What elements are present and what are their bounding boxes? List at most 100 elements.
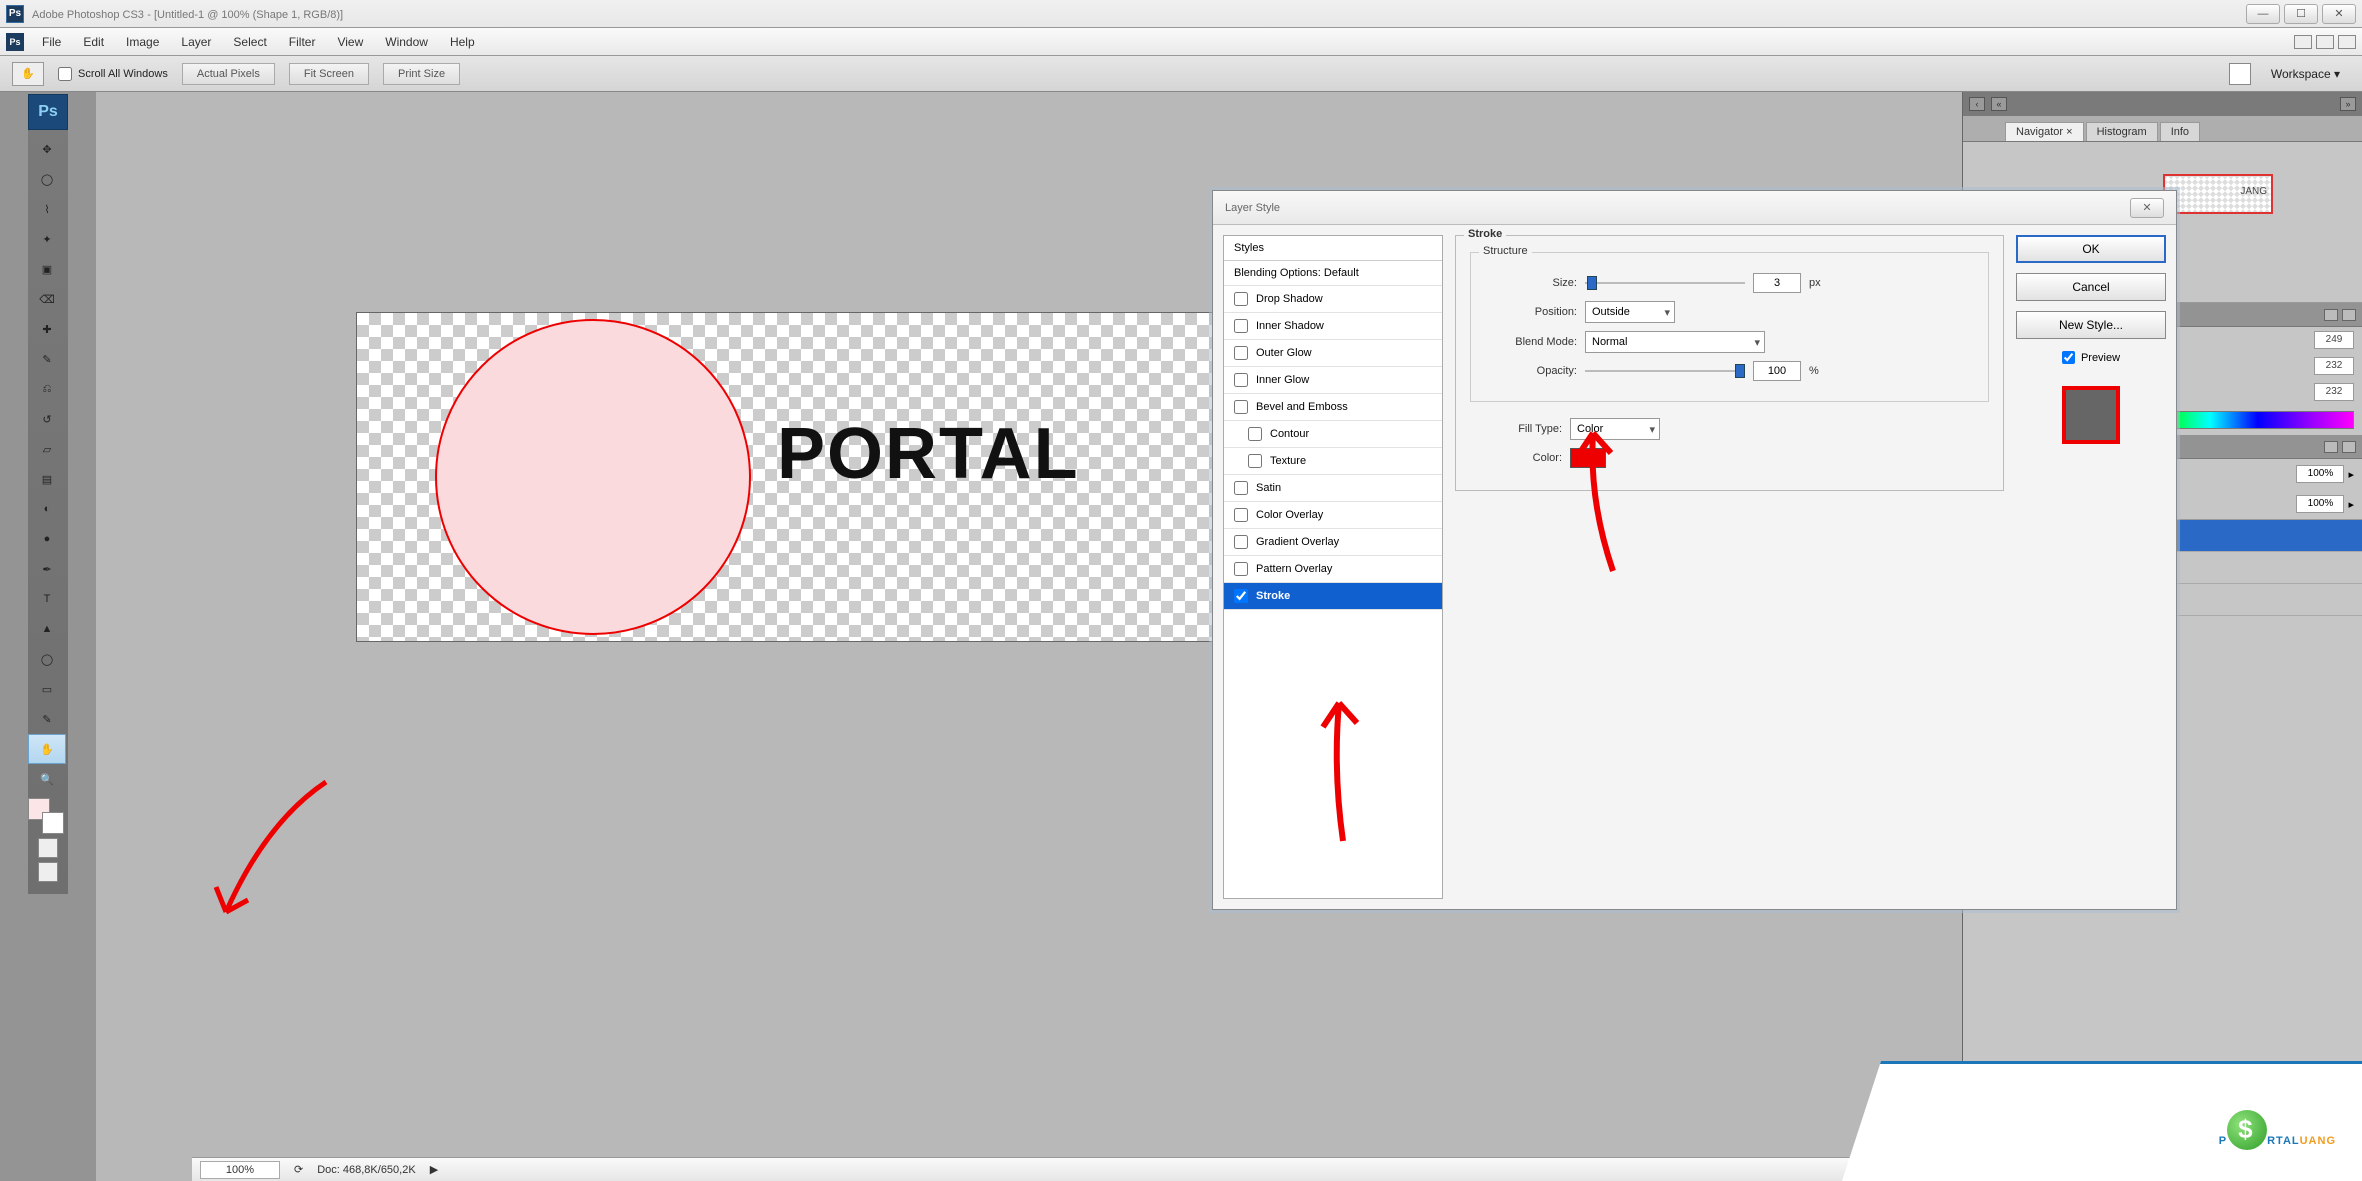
zoom-tool[interactable]: 🔍	[28, 764, 66, 794]
history-brush-tool[interactable]: ↺	[28, 404, 66, 434]
lasso-tool[interactable]: ⌇	[28, 194, 66, 224]
effect-outer-glow[interactable]: Outer Glow	[1224, 340, 1442, 367]
healing-brush-tool[interactable]: ✚	[28, 314, 66, 344]
shape-tool[interactable]: ◯	[28, 644, 66, 674]
annotation-arrow-2	[1293, 691, 1393, 851]
fill-arrow-icon[interactable]: ▸	[2348, 498, 2354, 511]
refresh-icon[interactable]: ⟳	[294, 1163, 303, 1176]
color-g-value[interactable]: 232	[2314, 357, 2354, 375]
doc-close[interactable]	[2338, 35, 2356, 49]
effect-color-overlay[interactable]: Color Overlay	[1224, 502, 1442, 529]
menu-select[interactable]: Select	[223, 31, 276, 53]
color-r-value[interactable]: 249	[2314, 331, 2354, 349]
crop-tool[interactable]: ▣	[28, 254, 66, 284]
effect-gradient-overlay[interactable]: Gradient Overlay	[1224, 529, 1442, 556]
print-size-button[interactable]: Print Size	[383, 63, 460, 85]
dock-collapse-right[interactable]: »	[2340, 97, 2356, 111]
position-dropdown[interactable]: Outside	[1585, 301, 1675, 323]
dock-collapse-left[interactable]: ‹	[1969, 97, 1985, 111]
fg-bg-swatches[interactable]	[28, 798, 66, 834]
effect-satin[interactable]: Satin	[1224, 475, 1442, 502]
clone-stamp-tool[interactable]: ⎌	[28, 374, 66, 404]
menu-filter[interactable]: Filter	[279, 31, 326, 53]
document-window[interactable]: PORTAL	[356, 312, 1226, 642]
color-panel-minimize[interactable]	[2324, 309, 2338, 321]
effect-texture[interactable]: Texture	[1224, 448, 1442, 475]
scroll-all-windows-checkbox[interactable]: Scroll All Windows	[58, 67, 168, 81]
workspace-lock-icon[interactable]	[2229, 63, 2251, 85]
blending-options-row[interactable]: Blending Options: Default	[1224, 261, 1442, 286]
dock-collapse-left2[interactable]: «	[1991, 97, 2007, 111]
workspace-dropdown[interactable]: Workspace ▾	[2261, 63, 2350, 85]
pen-tool[interactable]: ✒	[28, 554, 66, 584]
menu-view[interactable]: View	[327, 31, 373, 53]
brush-tool[interactable]: ✎	[28, 344, 66, 374]
dialog-close-button[interactable]: ✕	[2130, 198, 2164, 218]
color-b-value[interactable]: 232	[2314, 383, 2354, 401]
styles-header[interactable]: Styles	[1224, 236, 1442, 261]
layer-opacity-value[interactable]: 100%	[2296, 465, 2344, 483]
blend-mode-dropdown[interactable]: Normal	[1585, 331, 1765, 353]
shape-circle[interactable]	[435, 319, 751, 635]
effect-bevel-emboss[interactable]: Bevel and Emboss	[1224, 394, 1442, 421]
eyedropper-tool[interactable]: ✎	[28, 704, 66, 734]
fit-screen-button[interactable]: Fit Screen	[289, 63, 369, 85]
preview-checkbox[interactable]: Preview	[2016, 351, 2166, 364]
path-selection-tool[interactable]: ▲	[28, 614, 66, 644]
blur-tool[interactable]: ◐	[28, 494, 66, 524]
tab-info[interactable]: Info	[2160, 122, 2200, 141]
effect-inner-glow[interactable]: Inner Glow	[1224, 367, 1442, 394]
effect-contour[interactable]: Contour	[1224, 421, 1442, 448]
cancel-button[interactable]: Cancel	[2016, 273, 2166, 301]
opacity-arrow-icon[interactable]: ▸	[2348, 468, 2354, 481]
effect-drop-shadow[interactable]: Drop Shadow	[1224, 286, 1442, 313]
zoom-field[interactable]: 100%	[200, 1161, 280, 1179]
eraser-tool[interactable]: ▱	[28, 434, 66, 464]
dialog-titlebar[interactable]: Layer Style ✕	[1213, 191, 2176, 225]
opacity-input[interactable]: 100	[1753, 361, 1801, 381]
background-swatch[interactable]	[42, 812, 64, 834]
menu-layer[interactable]: Layer	[171, 31, 221, 53]
effect-inner-shadow[interactable]: Inner Shadow	[1224, 313, 1442, 340]
doc-restore[interactable]	[2316, 35, 2334, 49]
close-button[interactable]: ✕	[2322, 4, 2356, 24]
new-style-button[interactable]: New Style...	[2016, 311, 2166, 339]
doc-info-arrow-icon[interactable]: ▶	[430, 1163, 438, 1176]
screenmode-toggle[interactable]	[38, 862, 58, 882]
slice-tool[interactable]: ⌫	[28, 284, 66, 314]
color-panel-close[interactable]	[2342, 309, 2356, 321]
tab-navigator[interactable]: Navigator ×	[2005, 122, 2084, 141]
gradient-tool[interactable]: ▤	[28, 464, 66, 494]
dodge-tool[interactable]: ●	[28, 524, 66, 554]
quickmask-toggle[interactable]	[38, 838, 58, 858]
notes-tool[interactable]: ▭	[28, 674, 66, 704]
navigator-thumbnail[interactable]: JANG	[2163, 174, 2273, 214]
marquee-tool[interactable]: ◯	[28, 164, 66, 194]
menu-window[interactable]: Window	[375, 31, 438, 53]
opacity-slider[interactable]	[1585, 364, 1745, 378]
doc-minimize[interactable]	[2294, 35, 2312, 49]
maximize-button[interactable]: ☐	[2284, 4, 2318, 24]
size-input[interactable]: 3	[1753, 273, 1801, 293]
tab-histogram[interactable]: Histogram	[2086, 122, 2158, 141]
menu-edit[interactable]: Edit	[73, 31, 114, 53]
app-name: Adobe Photoshop CS3	[32, 9, 144, 21]
ok-button[interactable]: OK	[2016, 235, 2166, 263]
layer-style-dialog[interactable]: Layer Style ✕ Styles Blending Options: D…	[1212, 190, 2177, 910]
type-tool[interactable]: T	[28, 584, 66, 614]
menu-file[interactable]: File	[32, 31, 71, 53]
size-slider[interactable]	[1585, 276, 1745, 290]
layer-fill-value[interactable]: 100%	[2296, 495, 2344, 513]
effect-stroke[interactable]: Stroke	[1224, 583, 1442, 610]
hand-tool-icon[interactable]: ✋	[12, 62, 44, 86]
actual-pixels-button[interactable]: Actual Pixels	[182, 63, 275, 85]
menu-help[interactable]: Help	[440, 31, 485, 53]
magic-wand-tool[interactable]: ✦	[28, 224, 66, 254]
hand-tool[interactable]: ✋	[28, 734, 66, 764]
menu-image[interactable]: Image	[116, 31, 169, 53]
layers-panel-close[interactable]	[2342, 441, 2356, 453]
layers-panel-minimize[interactable]	[2324, 441, 2338, 453]
effect-pattern-overlay[interactable]: Pattern Overlay	[1224, 556, 1442, 583]
minimize-button[interactable]: —	[2246, 4, 2280, 24]
move-tool[interactable]: ✥	[28, 134, 66, 164]
